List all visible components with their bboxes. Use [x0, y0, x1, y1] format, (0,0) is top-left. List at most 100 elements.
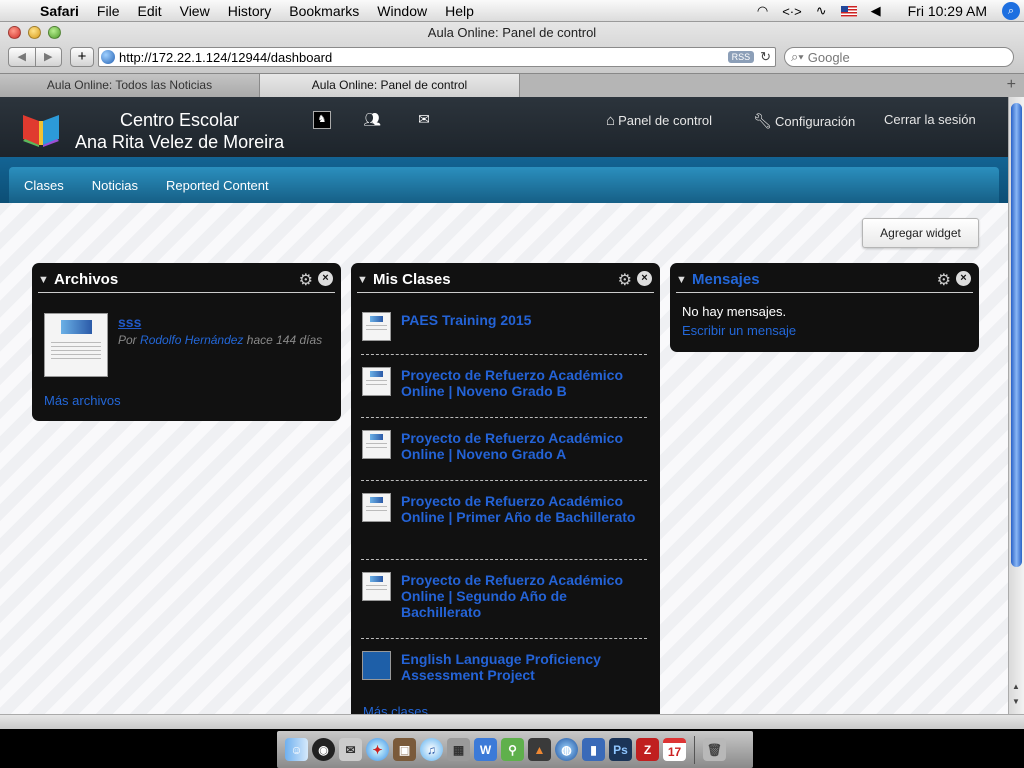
itunes-icon[interactable]: ♫	[420, 738, 443, 761]
close-icon[interactable]: ×	[956, 271, 971, 286]
back-arrow-icon[interactable]: ◀	[9, 48, 36, 66]
class-item[interactable]: Proyecto de Refuerzo Académico Online | …	[361, 493, 647, 560]
add-widget-button[interactable]: Agregar widget	[862, 218, 979, 248]
wifi-icon[interactable]: ◠	[757, 3, 768, 19]
class-title-link[interactable]: Proyecto de Refuerzo Académico Online | …	[401, 367, 647, 399]
collapse-triangle-icon[interactable]: ▼	[357, 274, 368, 286]
write-message-link[interactable]: Escribir un mensaje	[682, 323, 796, 338]
class-item[interactable]: Proyecto de Refuerzo Académico Online | …	[361, 572, 647, 639]
close-icon[interactable]: ×	[318, 271, 333, 286]
calculator-icon[interactable]: ▦	[447, 738, 470, 761]
search-field[interactable]: ⌕▾ Google	[784, 47, 1014, 67]
sync-icon[interactable]: <·>	[782, 4, 802, 19]
scrollbar-thumb[interactable]	[1011, 103, 1022, 567]
globe-app-icon[interactable]: ◍	[555, 738, 578, 761]
photoshop-icon[interactable]: Ps	[609, 738, 632, 761]
spotlight-icon[interactable]: ⌕	[1002, 2, 1020, 20]
nav-config-label: Configuración	[775, 113, 856, 129]
gear-icon[interactable]: ⚙	[618, 270, 632, 290]
add-bookmark-button[interactable]: +	[70, 47, 94, 67]
class-item[interactable]: Proyecto de Refuerzo Académico Online | …	[361, 367, 647, 418]
calendar-icon[interactable]: 17	[663, 738, 686, 761]
class-item[interactable]: Proyecto de Refuerzo Académico Online | …	[361, 430, 647, 481]
file-ago: hace 144 días	[246, 333, 323, 347]
class-item[interactable]: PAES Training 2015	[361, 312, 647, 355]
class-title-link[interactable]: Proyecto de Refuerzo Académico Online | …	[401, 572, 647, 620]
file-thumbnail[interactable]	[44, 313, 108, 377]
rss-button[interactable]: RSS	[727, 51, 755, 63]
window-minimize-button[interactable]	[28, 26, 41, 39]
menu-window[interactable]: Window	[368, 3, 436, 19]
page-viewport: Centro Escolar Ana Rita Velez de Moreira…	[0, 97, 1008, 714]
close-icon[interactable]: ×	[637, 271, 652, 286]
menu-bookmarks[interactable]: Bookmarks	[280, 3, 368, 19]
window-zoom-button[interactable]	[48, 26, 61, 39]
mis-clases-widget: ▼ Mis Clases ⚙ × PAES Training 2015 Proy…	[351, 263, 660, 714]
menu-edit[interactable]: Edit	[128, 3, 170, 19]
network-icon[interactable]: ⚲	[501, 738, 524, 761]
menu-file[interactable]: File	[88, 3, 129, 19]
dock-divider	[694, 735, 695, 764]
more-classes-link[interactable]: Más clases	[363, 704, 428, 714]
collapse-triangle-icon[interactable]: ▼	[38, 274, 49, 286]
photos-icon[interactable]: ▣	[393, 738, 416, 761]
class-thumbnail	[362, 367, 391, 396]
nav-panel-label: Panel de control	[618, 113, 713, 128]
subnav-reported-content[interactable]: Reported Content	[166, 178, 269, 193]
filezilla-icon[interactable]: Z	[636, 738, 659, 761]
horizontal-scrollbar[interactable]	[0, 714, 1024, 729]
reload-icon[interactable]: ↻	[760, 49, 771, 65]
new-tab-icon[interactable]: +	[1007, 76, 1016, 94]
nav-configuracion[interactable]: 🔧︎ Configuración	[753, 112, 855, 130]
collapse-triangle-icon[interactable]: ▼	[676, 274, 687, 286]
file-author-link[interactable]: Rodolfo Hernández	[140, 333, 243, 347]
subnav-noticias[interactable]: Noticias	[92, 178, 138, 193]
file-meta: Por Rodolfo Hernández hace 144 días	[118, 333, 323, 348]
vertical-scrollbar[interactable]: ▲ ▼	[1008, 97, 1024, 714]
storage-icon[interactable]: ▮	[582, 738, 605, 761]
scroll-down-arrow-icon[interactable]: ▼	[1012, 697, 1020, 706]
forward-arrow-icon[interactable]: ▶	[36, 48, 62, 66]
word-icon[interactable]: W	[474, 738, 497, 761]
subnav: Clases Noticias Reported Content	[9, 167, 999, 203]
clases-header: ▼ Mis Clases ⚙ ×	[357, 271, 654, 293]
finder-icon[interactable]: ☺	[285, 738, 308, 761]
mail-app-icon[interactable]: ✉	[339, 738, 362, 761]
url-text[interactable]: http://172.22.1.124/12944/dashboard	[119, 50, 728, 65]
menu-app-safari[interactable]: Safari	[40, 3, 88, 19]
volume-icon[interactable]: ◀	[871, 3, 881, 19]
people-icon[interactable]: 👥︎	[363, 111, 381, 129]
menu-history[interactable]: History	[219, 3, 281, 19]
archivos-widget: ▼ Archivos ⚙ × sss Por Rodolfo Hernández…	[32, 263, 341, 421]
class-title-link[interactable]: Proyecto de Refuerzo Académico Online | …	[401, 430, 647, 462]
tab-noticias[interactable]: Aula Online: Todos las Noticias	[0, 74, 260, 97]
trash-icon[interactable]: 🗑︎	[703, 738, 726, 761]
us-flag-icon[interactable]	[840, 5, 857, 17]
nav-panel-de-control[interactable]: ⌂ Panel de control	[606, 112, 712, 129]
safari-icon[interactable]: ✦	[366, 738, 389, 761]
profile-avatar[interactable]: ♞	[313, 111, 331, 129]
mensajes-title-link[interactable]: Mensajes	[692, 271, 760, 288]
class-title-link[interactable]: PAES Training 2015	[401, 312, 647, 328]
address-bar[interactable]: http://172.22.1.124/12944/dashboard RSS …	[98, 47, 776, 67]
scroll-up-arrow-icon[interactable]: ▲	[1012, 682, 1020, 691]
class-title-link[interactable]: Proyecto de Refuerzo Académico Online | …	[401, 493, 647, 525]
file-name-link[interactable]: sss	[118, 314, 141, 330]
more-files-link[interactable]: Más archivos	[44, 393, 121, 408]
sound-wave-icon[interactable]: ∿	[816, 3, 827, 19]
gear-icon[interactable]: ⚙	[299, 270, 313, 290]
gear-icon[interactable]: ⚙	[937, 270, 951, 290]
tab-panel-de-control[interactable]: Aula Online: Panel de control	[260, 74, 520, 97]
menu-view[interactable]: View	[171, 3, 219, 19]
class-title-link[interactable]: English Language Proficiency Assessment …	[401, 651, 647, 683]
subnav-clases[interactable]: Clases	[24, 178, 64, 193]
menubar-clock[interactable]: Fri 10:29 AM	[908, 3, 987, 19]
mail-icon[interactable]: ✉	[415, 111, 433, 129]
nav-cerrar-sesion[interactable]: Cerrar la sesión	[884, 112, 976, 127]
tab-bar: Aula Online: Todos las Noticias Aula Onl…	[0, 73, 1024, 97]
menu-help[interactable]: Help	[436, 3, 483, 19]
graph-icon[interactable]: ▲	[528, 738, 551, 761]
window-close-button[interactable]	[8, 26, 21, 39]
dashboard-icon[interactable]: ◉	[312, 738, 335, 761]
class-item[interactable]: English Language Proficiency Assessment …	[361, 651, 647, 691]
